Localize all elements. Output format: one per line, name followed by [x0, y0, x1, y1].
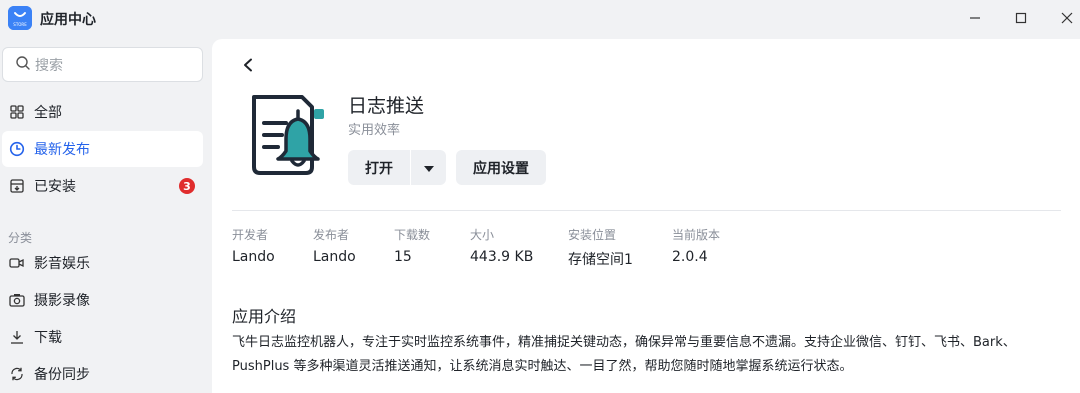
back-chevron-icon[interactable] [238, 55, 258, 75]
intro-heading: 应用介绍 [232, 307, 297, 326]
sidebar-item-download[interactable]: 下载 [2, 319, 203, 355]
sidebar-item-label: 最新发布 [34, 142, 90, 158]
window-title: 应用中心 [40, 12, 96, 28]
logo-caption: STORE [13, 22, 27, 27]
sidebar-item-label: 已安装 [34, 179, 76, 195]
open-split-button: 打开 [348, 150, 446, 185]
meta-key: 下载数 [394, 228, 431, 242]
intro-description: 飞牛日志监控机器人，专注于实时监控系统事件，精准捕捉关键动态，确保异常与重要信息… [232, 335, 1016, 374]
app-detail-panel: 日志推送 实用效率 打开 应用设置 开发者 Lando 发布者 Lando 下载… [212, 39, 1080, 393]
grid-icon [8, 103, 26, 121]
sidebar-item-installed[interactable]: 已安装 3 [2, 168, 203, 204]
search-icon [15, 55, 31, 75]
meta-install-location: 安装位置 存储空间1 [568, 226, 633, 269]
sidebar-item-all[interactable]: 全部 [2, 94, 203, 130]
download-icon [8, 328, 26, 346]
category-section-label: 分类 [8, 231, 33, 245]
video-icon [8, 254, 26, 272]
meta-value: 15 [394, 249, 412, 265]
app-settings-button[interactable]: 应用设置 [456, 150, 546, 185]
title-bar: STORE 应用中心 [0, 0, 1080, 36]
meta-key: 当前版本 [672, 228, 721, 242]
maximize-icon[interactable] [1006, 6, 1036, 30]
search-input[interactable]: 搜索 [2, 47, 203, 82]
close-icon[interactable] [1052, 6, 1080, 30]
meta-key: 开发者 [232, 228, 269, 242]
sidebar-item-latest[interactable]: 最新发布 [2, 131, 203, 167]
sidebar-item-label: 全部 [34, 105, 62, 121]
camera-icon [8, 291, 26, 309]
open-options-dropdown[interactable] [411, 160, 446, 176]
meta-size: 大小 443.9 KB [470, 226, 533, 265]
app-name: 日志推送 [348, 95, 425, 117]
meta-publisher: 发布者 Lando [313, 226, 356, 265]
sidebar-item-label: 下载 [34, 330, 62, 346]
app-category: 实用效率 [348, 123, 401, 138]
sidebar-item-label: 备份同步 [34, 367, 90, 383]
meta-key: 发布者 [313, 228, 350, 242]
meta-key: 安装位置 [568, 228, 617, 242]
sidebar-item-sync[interactable]: 备份同步 [2, 356, 203, 392]
meta-value: 2.0.4 [672, 249, 708, 265]
sidebar-item-label: 摄影录像 [34, 293, 90, 309]
sidebar-item-camera[interactable]: 摄影录像 [2, 282, 203, 318]
sync-icon [8, 365, 26, 383]
meta-key: 大小 [470, 228, 495, 242]
meta-current-version: 当前版本 2.0.4 [672, 226, 720, 265]
meta-value: Lando [232, 249, 275, 265]
installed-count-badge: 3 [179, 178, 195, 194]
search-placeholder: 搜索 [35, 57, 63, 74]
meta-value: 443.9 KB [470, 249, 534, 265]
clock-icon [8, 140, 26, 158]
minimize-icon[interactable] [960, 6, 990, 30]
installed-box-icon [8, 177, 26, 195]
log-push-app-icon [240, 89, 330, 179]
meta-developer: 开发者 Lando [232, 226, 275, 265]
app-store-logo-icon: STORE [8, 6, 32, 30]
sidebar-item-label: 影音娱乐 [34, 256, 90, 272]
caret-down-icon [423, 160, 434, 176]
meta-value: 存储空间1 [568, 252, 633, 268]
meta-value: Lando [313, 249, 356, 265]
sidebar-item-video[interactable]: 影音娱乐 [2, 245, 203, 281]
meta-downloads: 下载数 15 [394, 226, 430, 265]
divider [232, 210, 1061, 211]
open-button[interactable]: 打开 [348, 158, 410, 178]
